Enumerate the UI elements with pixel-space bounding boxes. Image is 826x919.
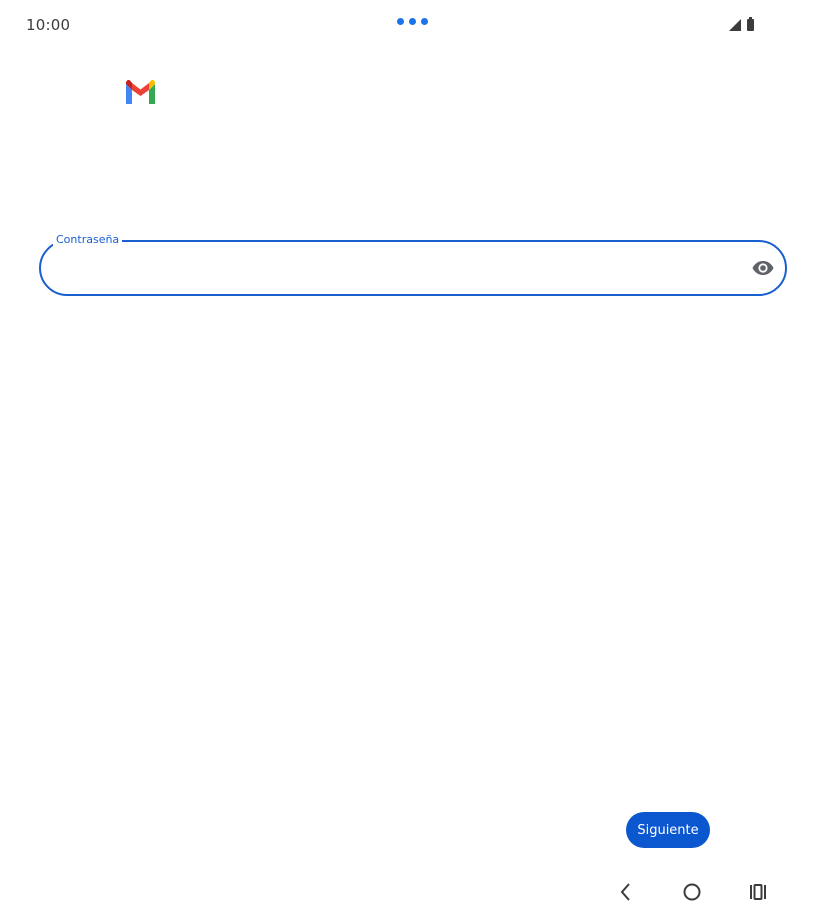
recents-icon[interactable]: [746, 880, 770, 904]
next-button[interactable]: Siguiente: [626, 812, 710, 848]
loading-dot: [397, 18, 404, 25]
back-chevron-icon[interactable]: [614, 880, 638, 904]
home-circle-icon[interactable]: [680, 880, 704, 904]
loading-dot: [409, 18, 416, 25]
loading-indicator: [397, 18, 429, 26]
screen: 10:00 Contraseña Siguiente: [0, 0, 826, 919]
password-field[interactable]: Contraseña: [39, 233, 787, 296]
gmail-logo-icon: [126, 80, 155, 104]
navigation-bar: [0, 872, 826, 912]
status-icons: [729, 17, 759, 33]
loading-dot: [421, 18, 428, 25]
eye-icon[interactable]: [752, 259, 774, 277]
status-time: 10:00: [26, 16, 71, 34]
battery-icon: [747, 17, 754, 31]
password-input[interactable]: [59, 252, 743, 286]
password-label: Contraseña: [53, 233, 123, 247]
